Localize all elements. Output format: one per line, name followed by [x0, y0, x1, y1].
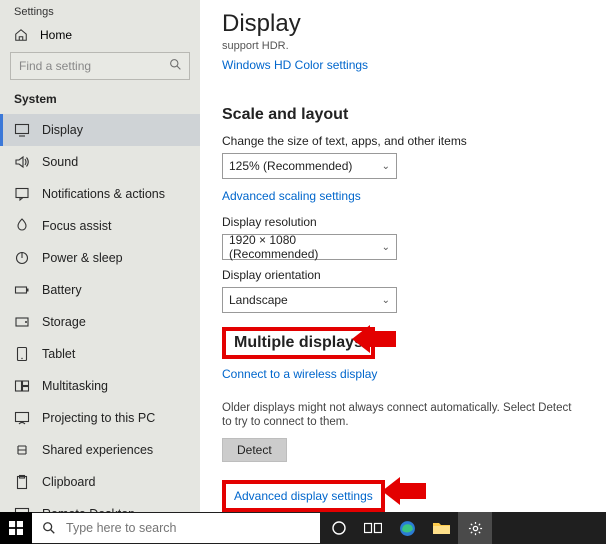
search-input[interactable]	[10, 52, 190, 80]
nav-clipboard[interactable]: Clipboard	[0, 466, 200, 498]
section-title: System	[0, 88, 200, 114]
settings-taskbar-button[interactable]	[458, 512, 492, 544]
nav-multitasking[interactable]: Multitasking	[0, 370, 200, 402]
search-icon	[169, 58, 182, 71]
nav-focus[interactable]: Focus assist	[0, 210, 200, 242]
sound-icon	[14, 154, 30, 170]
wireless-display-link[interactable]: Connect to a wireless display	[222, 367, 377, 381]
folder-icon	[433, 521, 450, 535]
nav-label: Notifications & actions	[42, 187, 165, 201]
gear-icon	[468, 521, 483, 536]
tablet-icon	[14, 346, 30, 362]
orientation-label: Display orientation	[222, 268, 584, 282]
nav-list: Display Sound Notifications & actions Fo…	[0, 114, 200, 512]
resolution-value: 1920 × 1080 (Recommended)	[229, 233, 382, 261]
windows-icon	[9, 521, 23, 535]
nav-remote[interactable]: Remote Desktop	[0, 498, 200, 512]
nav-storage[interactable]: Storage	[0, 306, 200, 338]
hdr-note: support HDR.	[222, 40, 584, 52]
nav-shared[interactable]: Shared experiences	[0, 434, 200, 466]
taskbar-search-input[interactable]	[66, 521, 320, 535]
home-label: Home	[40, 28, 72, 42]
circle-icon	[331, 520, 347, 536]
start-button[interactable]	[0, 512, 32, 544]
nav-label: Focus assist	[42, 219, 111, 233]
scale-heading: Scale and layout	[222, 106, 584, 124]
home-icon	[14, 28, 28, 42]
advanced-scaling-link[interactable]: Advanced scaling settings	[222, 189, 361, 203]
taskbar	[0, 512, 606, 544]
storage-icon	[14, 314, 30, 330]
resolution-dropdown[interactable]: 1920 × 1080 (Recommended) ⌄	[222, 234, 397, 260]
nav-label: Tablet	[42, 347, 75, 361]
chevron-down-icon: ⌄	[382, 295, 390, 306]
resolution-label: Display resolution	[222, 215, 584, 229]
older-displays-info: Older displays might not always connect …	[222, 401, 582, 430]
cortana-button[interactable]	[322, 512, 356, 544]
nav-label: Power & sleep	[42, 251, 123, 265]
annotation-arrow-icon	[352, 325, 396, 353]
task-view-button[interactable]	[356, 512, 390, 544]
scale-value: 125% (Recommended)	[229, 159, 352, 173]
taskbar-search[interactable]	[32, 513, 320, 543]
projecting-icon	[14, 410, 30, 426]
advanced-display-highlight: Advanced display settings	[222, 480, 385, 512]
nav-battery[interactable]: Battery	[0, 274, 200, 306]
nav-sound[interactable]: Sound	[0, 146, 200, 178]
nav-label: Clipboard	[42, 475, 96, 489]
hd-color-link[interactable]: Windows HD Color settings	[222, 58, 368, 72]
chevron-down-icon: ⌄	[382, 242, 390, 253]
nav-power[interactable]: Power & sleep	[0, 242, 200, 274]
advanced-display-link[interactable]: Advanced display settings	[234, 489, 373, 503]
nav-display[interactable]: Display	[0, 114, 200, 146]
edge-button[interactable]	[390, 512, 424, 544]
home-nav[interactable]: Home	[0, 22, 200, 50]
edge-icon	[399, 520, 416, 537]
detect-button[interactable]: Detect	[222, 438, 287, 462]
scale-label: Change the size of text, apps, and other…	[222, 134, 584, 148]
nav-label: Sound	[42, 155, 78, 169]
chevron-down-icon: ⌄	[382, 161, 390, 172]
page-title: Display	[222, 10, 584, 38]
search-icon	[32, 521, 66, 535]
search-wrap	[10, 52, 190, 80]
display-icon	[14, 122, 30, 138]
clipboard-icon	[14, 474, 30, 490]
multitasking-icon	[14, 378, 30, 394]
nav-label: Projecting to this PC	[42, 411, 155, 425]
task-view-icon	[364, 521, 382, 535]
nav-label: Storage	[42, 315, 86, 329]
settings-sidebar: Settings Home System Display	[0, 0, 200, 512]
nav-label: Battery	[42, 283, 82, 297]
explorer-button[interactable]	[424, 512, 458, 544]
nav-tablet[interactable]: Tablet	[0, 338, 200, 370]
battery-icon	[14, 282, 30, 298]
nav-label: Display	[42, 123, 83, 137]
orientation-dropdown[interactable]: Landscape ⌄	[222, 287, 397, 313]
nav-notifications[interactable]: Notifications & actions	[0, 178, 200, 210]
app-title: Settings	[0, 0, 200, 22]
content-pane: Display support HDR. Windows HD Color se…	[200, 0, 606, 512]
multiple-displays-heading: Multiple displays	[234, 334, 363, 351]
nav-label: Multitasking	[42, 379, 108, 393]
orientation-value: Landscape	[229, 293, 288, 307]
shared-icon	[14, 442, 30, 458]
annotation-arrow-icon	[382, 477, 426, 505]
nav-label: Shared experiences	[42, 443, 153, 457]
taskbar-pinned	[322, 512, 492, 544]
scale-dropdown[interactable]: 125% (Recommended) ⌄	[222, 153, 397, 179]
nav-projecting[interactable]: Projecting to this PC	[0, 402, 200, 434]
notifications-icon	[14, 186, 30, 202]
power-icon	[14, 250, 30, 266]
focus-icon	[14, 218, 30, 234]
